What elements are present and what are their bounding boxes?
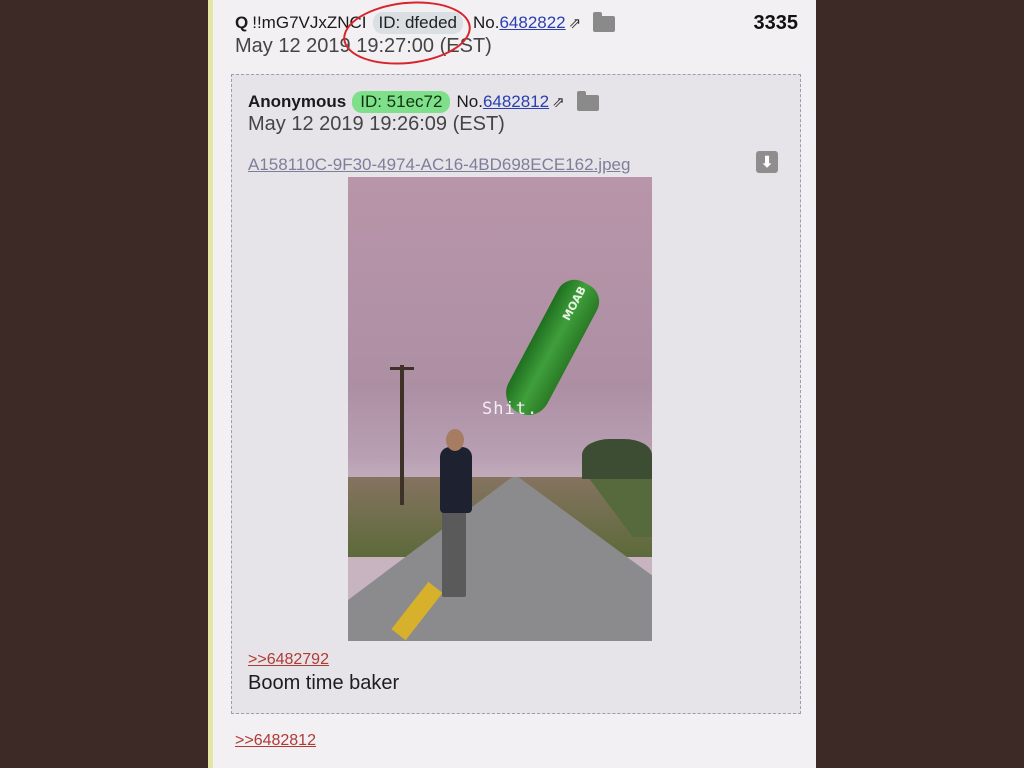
poster-id-badge[interactable]: ID: dfeded [372,12,463,34]
quoted-id-badge[interactable]: ID: 51ec72 [352,91,451,113]
external-link-icon[interactable]: ⇗ [569,14,582,32]
external-link-icon[interactable]: ⇗ [552,93,565,111]
tripcode: !!mG7VJxZNCI [252,13,367,32]
utility-pole [400,365,404,505]
trees [582,439,652,479]
quoted-post-number: No.6482812 [456,92,549,112]
reply-count: 3335 [753,12,799,34]
quoted-body-text: Boom time baker [248,672,400,694]
quoted-date: May 12 2019 19:26:09 (EST) [248,113,505,135]
quoted-meta-line: Anonymous ID: 51ec72 No.6482812 ⇗ [248,91,599,113]
post-quote-link[interactable]: >>6482812 [235,732,316,750]
post-number-prefix: No. [472,13,500,32]
poster-name: Q [235,13,249,32]
post-header: Q !!mG7VJxZNCI ID: dfeded No.6482822 ⇗ 3… [231,0,799,71]
image-filename-link[interactable]: A158110C-9F30-4974-AC16-4BD698ECE162.jpe… [248,155,630,175]
quoted-reply-link[interactable]: >>6482792 [248,651,329,669]
folder-icon[interactable] [576,91,599,111]
person-body [440,447,472,513]
post-number: No.6482822 [473,13,566,33]
post-date: May 12 2019 19:27:00 (EST) [235,35,492,57]
attached-image[interactable]: MOAB Shit. [348,177,652,641]
folder-icon[interactable] [593,12,616,32]
quoted-post: Anonymous ID: 51ec72 No.6482812 ⇗ May 12… [231,74,801,714]
download-icon[interactable]: ⬇ [756,151,778,173]
post-meta-line: Q !!mG7VJxZNCI ID: dfeded No.6482822 ⇗ [235,12,616,34]
quoted-number-link[interactable]: 6482812 [483,92,549,111]
post-number-link[interactable]: 6482822 [499,13,565,32]
person-legs [442,511,466,597]
utility-pole-bar [390,367,414,370]
person-head [446,429,464,451]
quoted-number-prefix: No. [456,92,483,111]
quoted-poster-name: Anonymous [248,92,347,111]
image-caption: Shit. [482,399,539,419]
post-page: Q !!mG7VJxZNCI ID: dfeded No.6482822 ⇗ 3… [208,0,816,768]
